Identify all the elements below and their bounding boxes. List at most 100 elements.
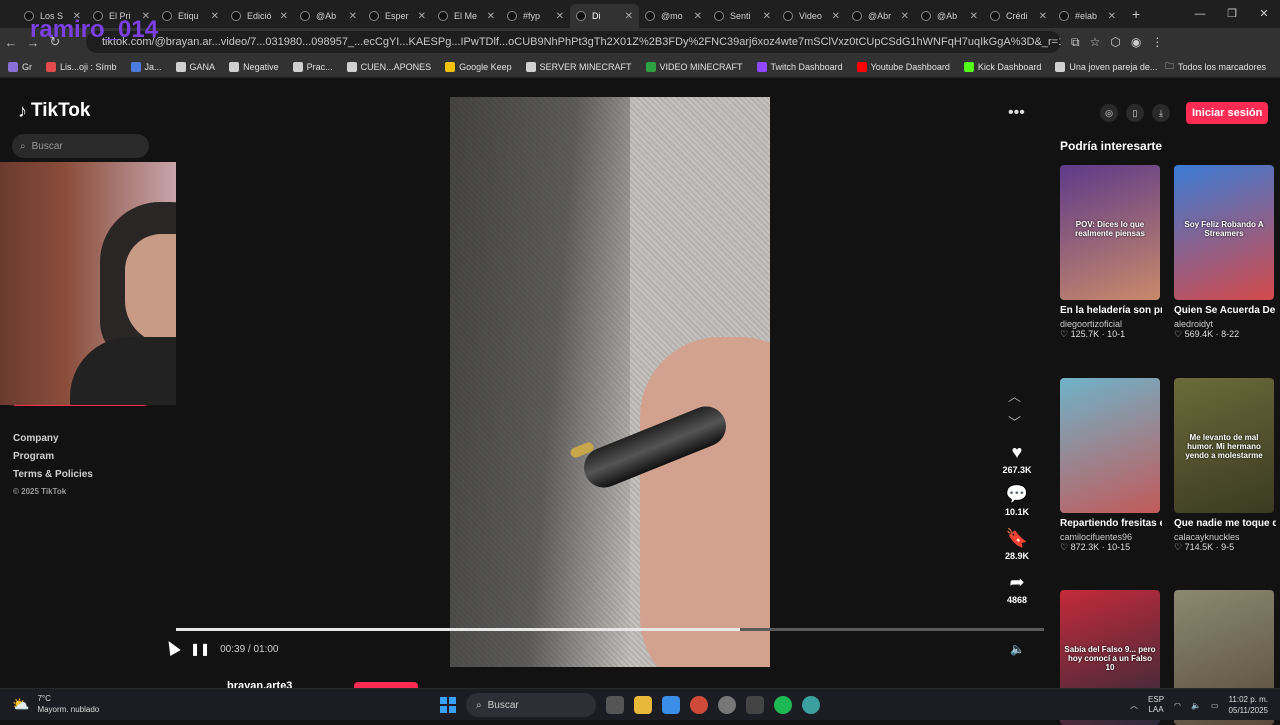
bookmark-item[interactable]: Negative bbox=[229, 61, 279, 72]
close-tab-icon[interactable]: ✕ bbox=[694, 11, 702, 22]
clock[interactable]: 11:02 p. m. 05/11/2025 bbox=[1229, 694, 1268, 716]
network-app-icon[interactable] bbox=[802, 696, 820, 714]
close-tab-icon[interactable]: ✕ bbox=[970, 11, 978, 22]
pause-icon[interactable]: ❚❚ bbox=[190, 642, 210, 656]
all-bookmarks[interactable]: 🗀 Todos los marcadores bbox=[1165, 56, 1266, 78]
task-view-icon[interactable] bbox=[606, 696, 624, 714]
close-tab-icon[interactable]: ✕ bbox=[211, 11, 219, 22]
url-field[interactable]: tiktok.com/@brayan.ar...video/7...031980… bbox=[86, 31, 1061, 53]
login-button[interactable]: Iniciar sesión bbox=[1186, 102, 1269, 124]
comment-button[interactable]: 💬 10.1K bbox=[998, 484, 1036, 517]
obs-icon[interactable] bbox=[746, 696, 764, 714]
language-indicator[interactable]: ESP LAA bbox=[1148, 695, 1164, 715]
volume-icon[interactable]: 🔈 bbox=[1010, 642, 1025, 656]
close-tab-icon[interactable]: ✕ bbox=[487, 11, 495, 22]
chevron-down-icon[interactable]: ﹀ bbox=[1008, 412, 1021, 431]
suggestion-card[interactable]: POV: Dices lo que realmente piensas En la… bbox=[1060, 165, 1162, 340]
bookmark-item[interactable]: Una joven pareja de... bbox=[1055, 61, 1157, 72]
suggestion-thumbnail[interactable]: Me levanto de mal humor. Mi hermano yend… bbox=[1174, 378, 1274, 513]
browser-tab[interactable]: Senti ✕ bbox=[708, 4, 777, 28]
close-tab-icon[interactable]: ✕ bbox=[1039, 11, 1047, 22]
browser-tab[interactable]: Di ✕ bbox=[570, 4, 639, 28]
bookmark-item[interactable]: VIDEO MINECRAFT bbox=[645, 61, 743, 72]
restore-icon[interactable]: ❐ bbox=[1216, 0, 1248, 28]
bookmark-item[interactable]: SERVER MINECRAFT bbox=[525, 61, 632, 72]
suggestion-author[interactable]: calacayknuckles bbox=[1174, 532, 1276, 542]
suggestion-author[interactable]: aledroidyt bbox=[1174, 319, 1276, 329]
close-window-icon[interactable]: ✕ bbox=[1248, 0, 1280, 28]
browser-tab[interactable]: @Abr ✕ bbox=[846, 4, 915, 28]
minimize-icon[interactable]: — bbox=[1184, 0, 1216, 28]
close-tab-icon[interactable]: ✕ bbox=[625, 11, 633, 22]
back-icon[interactable]: ← bbox=[0, 35, 22, 50]
taskbar-search[interactable]: ⌕ Buscar bbox=[466, 693, 596, 717]
install-app-icon[interactable]: ⧉ bbox=[1071, 35, 1080, 50]
browser-tab[interactable]: @mo ✕ bbox=[639, 4, 708, 28]
bookmark-item[interactable]: Youtube Dashboard bbox=[856, 61, 950, 72]
link-program[interactable]: Program bbox=[13, 451, 93, 462]
browser-tab[interactable]: Edició ✕ bbox=[225, 4, 294, 28]
battery-icon[interactable]: ▭ bbox=[1211, 701, 1219, 710]
bookmark-star-icon[interactable]: ☆ bbox=[1090, 35, 1101, 50]
browser-tab[interactable]: Crédi ✕ bbox=[984, 4, 1053, 28]
save-button[interactable]: 🔖 28.9K bbox=[998, 528, 1036, 561]
close-tab-icon[interactable]: ✕ bbox=[763, 11, 771, 22]
suggestion-thumbnail[interactable]: Soy Feliz Robando A Streamers bbox=[1174, 165, 1274, 300]
bookmark-item[interactable]: Gr bbox=[8, 61, 32, 72]
wifi-icon[interactable]: ◠ bbox=[1174, 701, 1181, 710]
chevron-up-icon[interactable]: ︿ bbox=[1130, 700, 1138, 711]
suggestion-author[interactable]: camilocifuentes96 bbox=[1060, 532, 1162, 542]
browser-tab[interactable]: Etiqu ✕ bbox=[156, 4, 225, 28]
close-tab-icon[interactable]: ✕ bbox=[832, 11, 840, 22]
suggestion-thumbnail[interactable]: POV: Dices lo que realmente piensas bbox=[1060, 165, 1160, 300]
suggestion-author[interactable]: diegoortizoficial bbox=[1060, 319, 1162, 329]
browser-tab[interactable]: El Me ✕ bbox=[432, 4, 501, 28]
close-tab-icon[interactable]: ✕ bbox=[1108, 11, 1116, 22]
bookmark-item[interactable]: GANA bbox=[175, 61, 215, 72]
video-progress-bar[interactable] bbox=[176, 628, 1044, 631]
share-button[interactable]: ➦ 4868 bbox=[998, 572, 1036, 605]
chrome-icon[interactable] bbox=[690, 696, 708, 714]
bookmark-item[interactable]: CUEN...APONES bbox=[346, 61, 431, 72]
like-button[interactable]: ♥ 267.3K bbox=[998, 442, 1036, 475]
close-tab-icon[interactable]: ✕ bbox=[418, 11, 426, 22]
more-options-icon[interactable]: ••• bbox=[1008, 104, 1025, 122]
browser-tab[interactable]: @Ab ✕ bbox=[294, 4, 363, 28]
close-tab-icon[interactable]: ✕ bbox=[556, 11, 564, 22]
bookmark-item[interactable]: Kick Dashboard bbox=[963, 61, 1041, 72]
extension-icon[interactable]: ⬡ bbox=[1110, 35, 1120, 50]
close-tab-icon[interactable]: ✕ bbox=[280, 11, 288, 22]
close-tab-icon[interactable]: ✕ bbox=[901, 11, 909, 22]
suggestion-thumbnail[interactable] bbox=[1060, 378, 1160, 513]
menu-icon[interactable]: ⋮ bbox=[1151, 35, 1163, 50]
device-icon[interactable]: ▯ bbox=[1126, 104, 1144, 122]
browser-tab[interactable]: #elab ✕ bbox=[1053, 4, 1122, 28]
suggestion-card[interactable]: Me levanto de mal humor. Mi hermano yend… bbox=[1174, 378, 1276, 553]
spotify-icon[interactable] bbox=[774, 696, 792, 714]
weather-widget[interactable]: ⛅ 7°C Mayorm. nublado bbox=[12, 693, 99, 715]
link-terms[interactable]: Terms & Policies bbox=[13, 469, 93, 480]
link-company[interactable]: Company bbox=[13, 433, 93, 444]
browser-tab[interactable]: @Ab ✕ bbox=[915, 4, 984, 28]
close-tab-icon[interactable]: ✕ bbox=[349, 11, 357, 22]
browser-tab[interactable]: Video ✕ bbox=[777, 4, 846, 28]
suggestion-card[interactable]: Repartiendo fresitas en la calle 🍓 📍 ...… bbox=[1060, 378, 1162, 553]
tiktok-logo[interactable]: ♪ TikTok bbox=[18, 100, 90, 122]
suggestion-card[interactable]: Soy Feliz Robando A Streamers Quien Se Ac… bbox=[1174, 165, 1276, 340]
coins-icon[interactable]: ◎ bbox=[1100, 104, 1118, 122]
bookmark-item[interactable]: Google Keep bbox=[445, 61, 512, 72]
file-explorer-icon[interactable] bbox=[634, 696, 652, 714]
app-icon[interactable] bbox=[718, 696, 736, 714]
speaker-icon[interactable]: 🔈 bbox=[1191, 701, 1201, 710]
bookmark-item[interactable]: Twitch Dashboard bbox=[756, 61, 843, 72]
bookmark-item[interactable]: Prac... bbox=[292, 61, 333, 72]
new-tab-button[interactable]: + bbox=[1132, 6, 1140, 22]
chevron-up-icon[interactable]: ︿ bbox=[1008, 386, 1021, 405]
browser-tab[interactable]: Esper ✕ bbox=[363, 4, 432, 28]
video-player[interactable] bbox=[450, 97, 770, 667]
bookmark-item[interactable]: Lis...oji : Símb bbox=[46, 61, 117, 72]
download-icon[interactable]: ⤓ bbox=[1152, 104, 1170, 122]
profile-icon[interactable]: ◉ bbox=[1131, 35, 1141, 50]
search-input[interactable]: ⌕ Buscar bbox=[12, 134, 149, 158]
browser-tab[interactable]: #fyp ✕ bbox=[501, 4, 570, 28]
